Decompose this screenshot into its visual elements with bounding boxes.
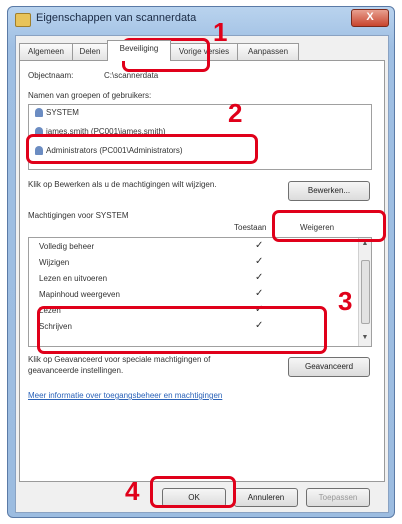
group-icon	[35, 108, 43, 118]
permission-row-list-folder: Mapinhoud weergeven ✓	[39, 288, 264, 299]
permission-row-read-execute: Lezen en uitvoeren ✓	[39, 272, 264, 283]
tab-aanpassen[interactable]: Aanpassen	[237, 43, 299, 60]
edit-hint: Klik op Bewerken als u de machtigingen w…	[28, 180, 217, 189]
properties-dialog: Eigenschappen van scannerdata X Algemeen…	[7, 6, 395, 518]
cancel-button[interactable]: Annuleren	[234, 488, 298, 507]
callout-box-2	[26, 134, 258, 164]
callout-number-2: 2	[228, 98, 243, 128]
object-name-value: C:\scannerdata	[104, 71, 159, 80]
scroll-down-icon[interactable]: ▼	[361, 334, 369, 344]
object-name-label: Objectnaam:	[28, 71, 74, 80]
group-item-system[interactable]: SYSTEM	[35, 108, 79, 118]
groups-label: Namen van groepen of gebruikers:	[28, 91, 152, 100]
window-title: Eigenschappen van scannerdata	[36, 12, 197, 24]
advanced-hint: Klik op Geavanceerd voor speciale machti…	[28, 355, 211, 375]
callout-number-4: 4	[125, 476, 140, 506]
allow-check: ✓	[255, 288, 264, 299]
allow-column-header: Toestaan	[234, 223, 267, 232]
edit-button[interactable]: Bewerken...	[288, 181, 370, 201]
permission-row-full-control: Volledig beheer ✓	[39, 240, 264, 251]
security-tab-panel: Objectnaam: C:\scannerdata Namen van gro…	[19, 60, 385, 482]
permissions-header: Machtigingen voor SYSTEM	[28, 211, 129, 220]
permission-row-modify: Wijzigen ✓	[39, 256, 264, 267]
callout-box-3	[37, 306, 327, 354]
scroll-thumb[interactable]	[361, 260, 370, 324]
title-bar[interactable]: Eigenschappen van scannerdata X	[8, 7, 394, 33]
tab-beveiliging[interactable]: Beveiliging	[107, 40, 171, 61]
callout-number-1: 1	[213, 17, 228, 47]
callout-box-edit	[272, 210, 386, 242]
folder-icon	[15, 13, 31, 27]
tab-delen[interactable]: Delen	[72, 43, 108, 60]
callout-box-4	[150, 476, 236, 508]
callout-number-3: 3	[338, 286, 353, 316]
advanced-button[interactable]: Geavanceerd	[288, 357, 370, 377]
permissions-scrollbar[interactable]: ▲ ▼	[358, 238, 371, 346]
tab-algemeen[interactable]: Algemeen	[19, 43, 73, 60]
allow-check: ✓	[255, 272, 264, 283]
allow-check: ✓	[255, 256, 264, 267]
close-button[interactable]: X	[351, 9, 389, 27]
apply-button[interactable]: Toepassen	[306, 488, 370, 507]
more-info-link[interactable]: Meer informatie over toegangsbeheer en m…	[28, 391, 222, 400]
allow-check: ✓	[255, 240, 264, 251]
dialog-client-area: Algemeen Delen Beveiliging Vorige versie…	[15, 35, 389, 513]
